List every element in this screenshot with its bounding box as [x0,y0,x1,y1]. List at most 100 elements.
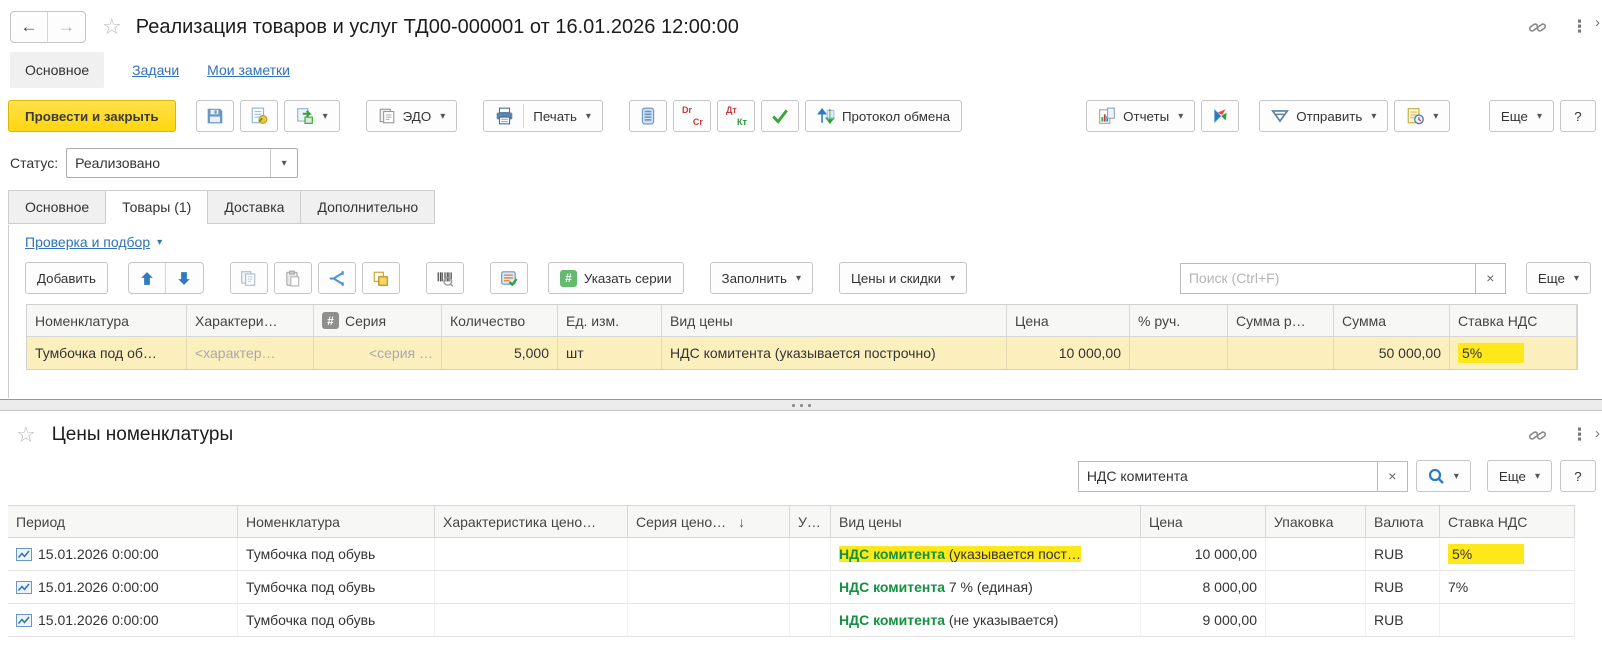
cell-amount-r[interactable] [1228,337,1334,369]
col-characteristic[interactable]: Характеристика цено… [435,506,628,538]
cell-currency[interactable]: RUB [1366,538,1440,571]
prices-grid-row[interactable]: 15.01.2026 0:00:00 Тумбочка под обувь НД… [8,571,1575,604]
cell-nomenclature[interactable]: Тумбочка под об… [27,337,187,369]
cell-u[interactable] [790,571,831,604]
prices-discounts-button[interactable]: Цены и скидки ▾ [839,262,967,294]
cell-quantity[interactable]: 5,000 [442,337,558,369]
cell-characteristic[interactable] [435,604,628,637]
registers-button[interactable] [629,100,667,132]
col-series[interactable]: # Серия [314,305,442,337]
fill-button[interactable]: Заполнить ▾ [710,262,813,294]
window-edge-chevron-icon[interactable]: › [1595,425,1602,439]
col-period[interactable]: Период [8,506,238,538]
cell-currency[interactable]: RUB [1366,571,1440,604]
move-down-button[interactable] [166,263,203,293]
cell-u[interactable] [790,604,831,637]
col-amount[interactable]: Сумма [1334,305,1450,337]
cell-series[interactable] [628,538,790,571]
prices-help-button[interactable]: ? [1560,460,1596,492]
col-series-sorted[interactable]: Серия цено… ↓ [628,506,790,538]
cell-period[interactable]: 15.01.2026 0:00:00 [8,538,238,571]
prices-grid-row[interactable]: 15.01.2026 0:00:00 Тумбочка под обувь НД… [8,604,1575,637]
navtab-main[interactable]: Основное [10,52,104,88]
col-characteristic[interactable]: Характери… [187,305,314,337]
col-nomenclature[interactable]: Номенклатура [238,506,435,538]
col-quantity[interactable]: Количество [442,305,558,337]
dtkt-button[interactable]: Дт Кт [717,100,755,132]
goods-grid-row[interactable]: Тумбочка под об… <характер… <серия … 5,0… [27,337,1577,369]
cell-nomenclature[interactable]: Тумбочка под обувь [238,571,435,604]
link-icon[interactable] [1528,18,1547,37]
print-button[interactable]: Печать ▾ [483,100,603,132]
cell-price-type[interactable]: НДС комитента (указывается пост… [831,538,1141,571]
prices-grid-row[interactable]: 15.01.2026 0:00:00 Тумбочка под обувь НД… [8,538,1575,571]
cell-series[interactable]: <серия … [314,337,442,369]
search-button[interactable]: ▾ [1416,460,1471,492]
cell-price[interactable]: 8 000,00 [1141,571,1266,604]
col-manual-pct[interactable]: % руч. [1130,305,1228,337]
cell-currency[interactable]: RUB [1366,604,1440,637]
col-vat-rate[interactable]: Ставка НДС [1450,305,1577,337]
back-button[interactable]: ← [11,12,48,42]
cell-price[interactable]: 10 000,00 [1141,538,1266,571]
col-price-type[interactable]: Вид цены [662,305,1007,337]
forward-button[interactable]: → [48,12,85,42]
col-u[interactable]: У… [790,506,831,538]
col-packing[interactable]: Упаковка [1266,506,1366,538]
send-button[interactable]: Отправить ▾ [1259,100,1388,132]
exchange-protocol-button[interactable]: Протокол обмена [805,100,962,132]
cell-vat-rate[interactable]: 5% [1450,337,1577,369]
cell-packing[interactable] [1266,604,1366,637]
col-currency[interactable]: Валюта [1366,506,1440,538]
window-edge-chevron-icon[interactable]: › [1595,14,1602,28]
link-icon[interactable] [1528,426,1547,445]
navtab-notes[interactable]: Мои заметки [207,62,290,78]
duplicate-button[interactable] [362,262,400,294]
split-row-button[interactable] [318,262,356,294]
prices-search-input[interactable] [1078,461,1378,492]
deferred-tasks-button[interactable]: ▾ [1394,100,1450,132]
kebab-menu-icon[interactable]: ⋮ [1571,425,1588,445]
combobox-arrow-icon[interactable]: ▾ [270,149,297,177]
cell-price-type[interactable]: НДС комитента (указывается построчно) [662,337,1007,369]
cell-period[interactable]: 15.01.2026 0:00:00 [8,604,238,637]
col-nomenclature[interactable]: Номенклатура [27,305,187,337]
edo-button[interactable]: ЭДО ▾ [366,100,458,132]
post-document-button[interactable] [240,100,278,132]
help-button[interactable]: ? [1560,100,1596,132]
save-button[interactable] [196,100,234,132]
favorite-star-icon[interactable]: ☆ [102,14,122,40]
navtab-tasks[interactable]: Задачи [132,62,179,78]
col-price[interactable]: Цена [1007,305,1130,337]
col-unit[interactable]: Ед. изм. [558,305,662,337]
tab-main[interactable]: Основное [8,190,106,224]
cell-characteristic[interactable] [435,571,628,604]
grid-more-button[interactable]: Еще ▾ [1526,262,1591,294]
cell-series[interactable] [628,571,790,604]
cell-amount[interactable]: 50 000,00 [1334,337,1450,369]
tab-delivery[interactable]: Доставка [207,190,301,224]
drcr-button[interactable]: Dr Cr [673,100,711,132]
kebab-menu-icon[interactable]: ⋮ [1571,17,1588,37]
barcode-scan-button[interactable] [426,262,464,294]
col-price-type[interactable]: Вид цены [831,506,1141,538]
specify-series-button[interactable]: # Указать серии [548,262,684,294]
cell-manual-pct[interactable] [1130,337,1228,369]
cell-characteristic[interactable] [435,538,628,571]
window-splitter[interactable] [0,399,1602,411]
create-based-on-button[interactable]: ▾ [284,100,340,132]
cell-vat-rate[interactable]: 5% [1440,538,1575,571]
tab-extra[interactable]: Дополнительно [300,190,435,224]
post-and-close-button[interactable]: Провести и закрыть [8,100,176,132]
paste-button[interactable] [274,262,312,294]
clear-search-icon[interactable]: × [1378,461,1408,492]
cell-vat-rate[interactable] [1440,604,1575,637]
prices-more-button[interactable]: Еще ▾ [1487,460,1552,492]
tab-goods[interactable]: Товары (1) [105,190,208,224]
goods-search-input[interactable] [1180,263,1476,294]
move-up-button[interactable] [129,263,166,293]
cell-price-type[interactable]: НДС комитента (не указывается) [831,604,1141,637]
cell-nomenclature[interactable]: Тумбочка под обувь [238,604,435,637]
cell-price[interactable]: 10 000,00 [1007,337,1130,369]
add-row-button[interactable]: Добавить [25,262,108,294]
